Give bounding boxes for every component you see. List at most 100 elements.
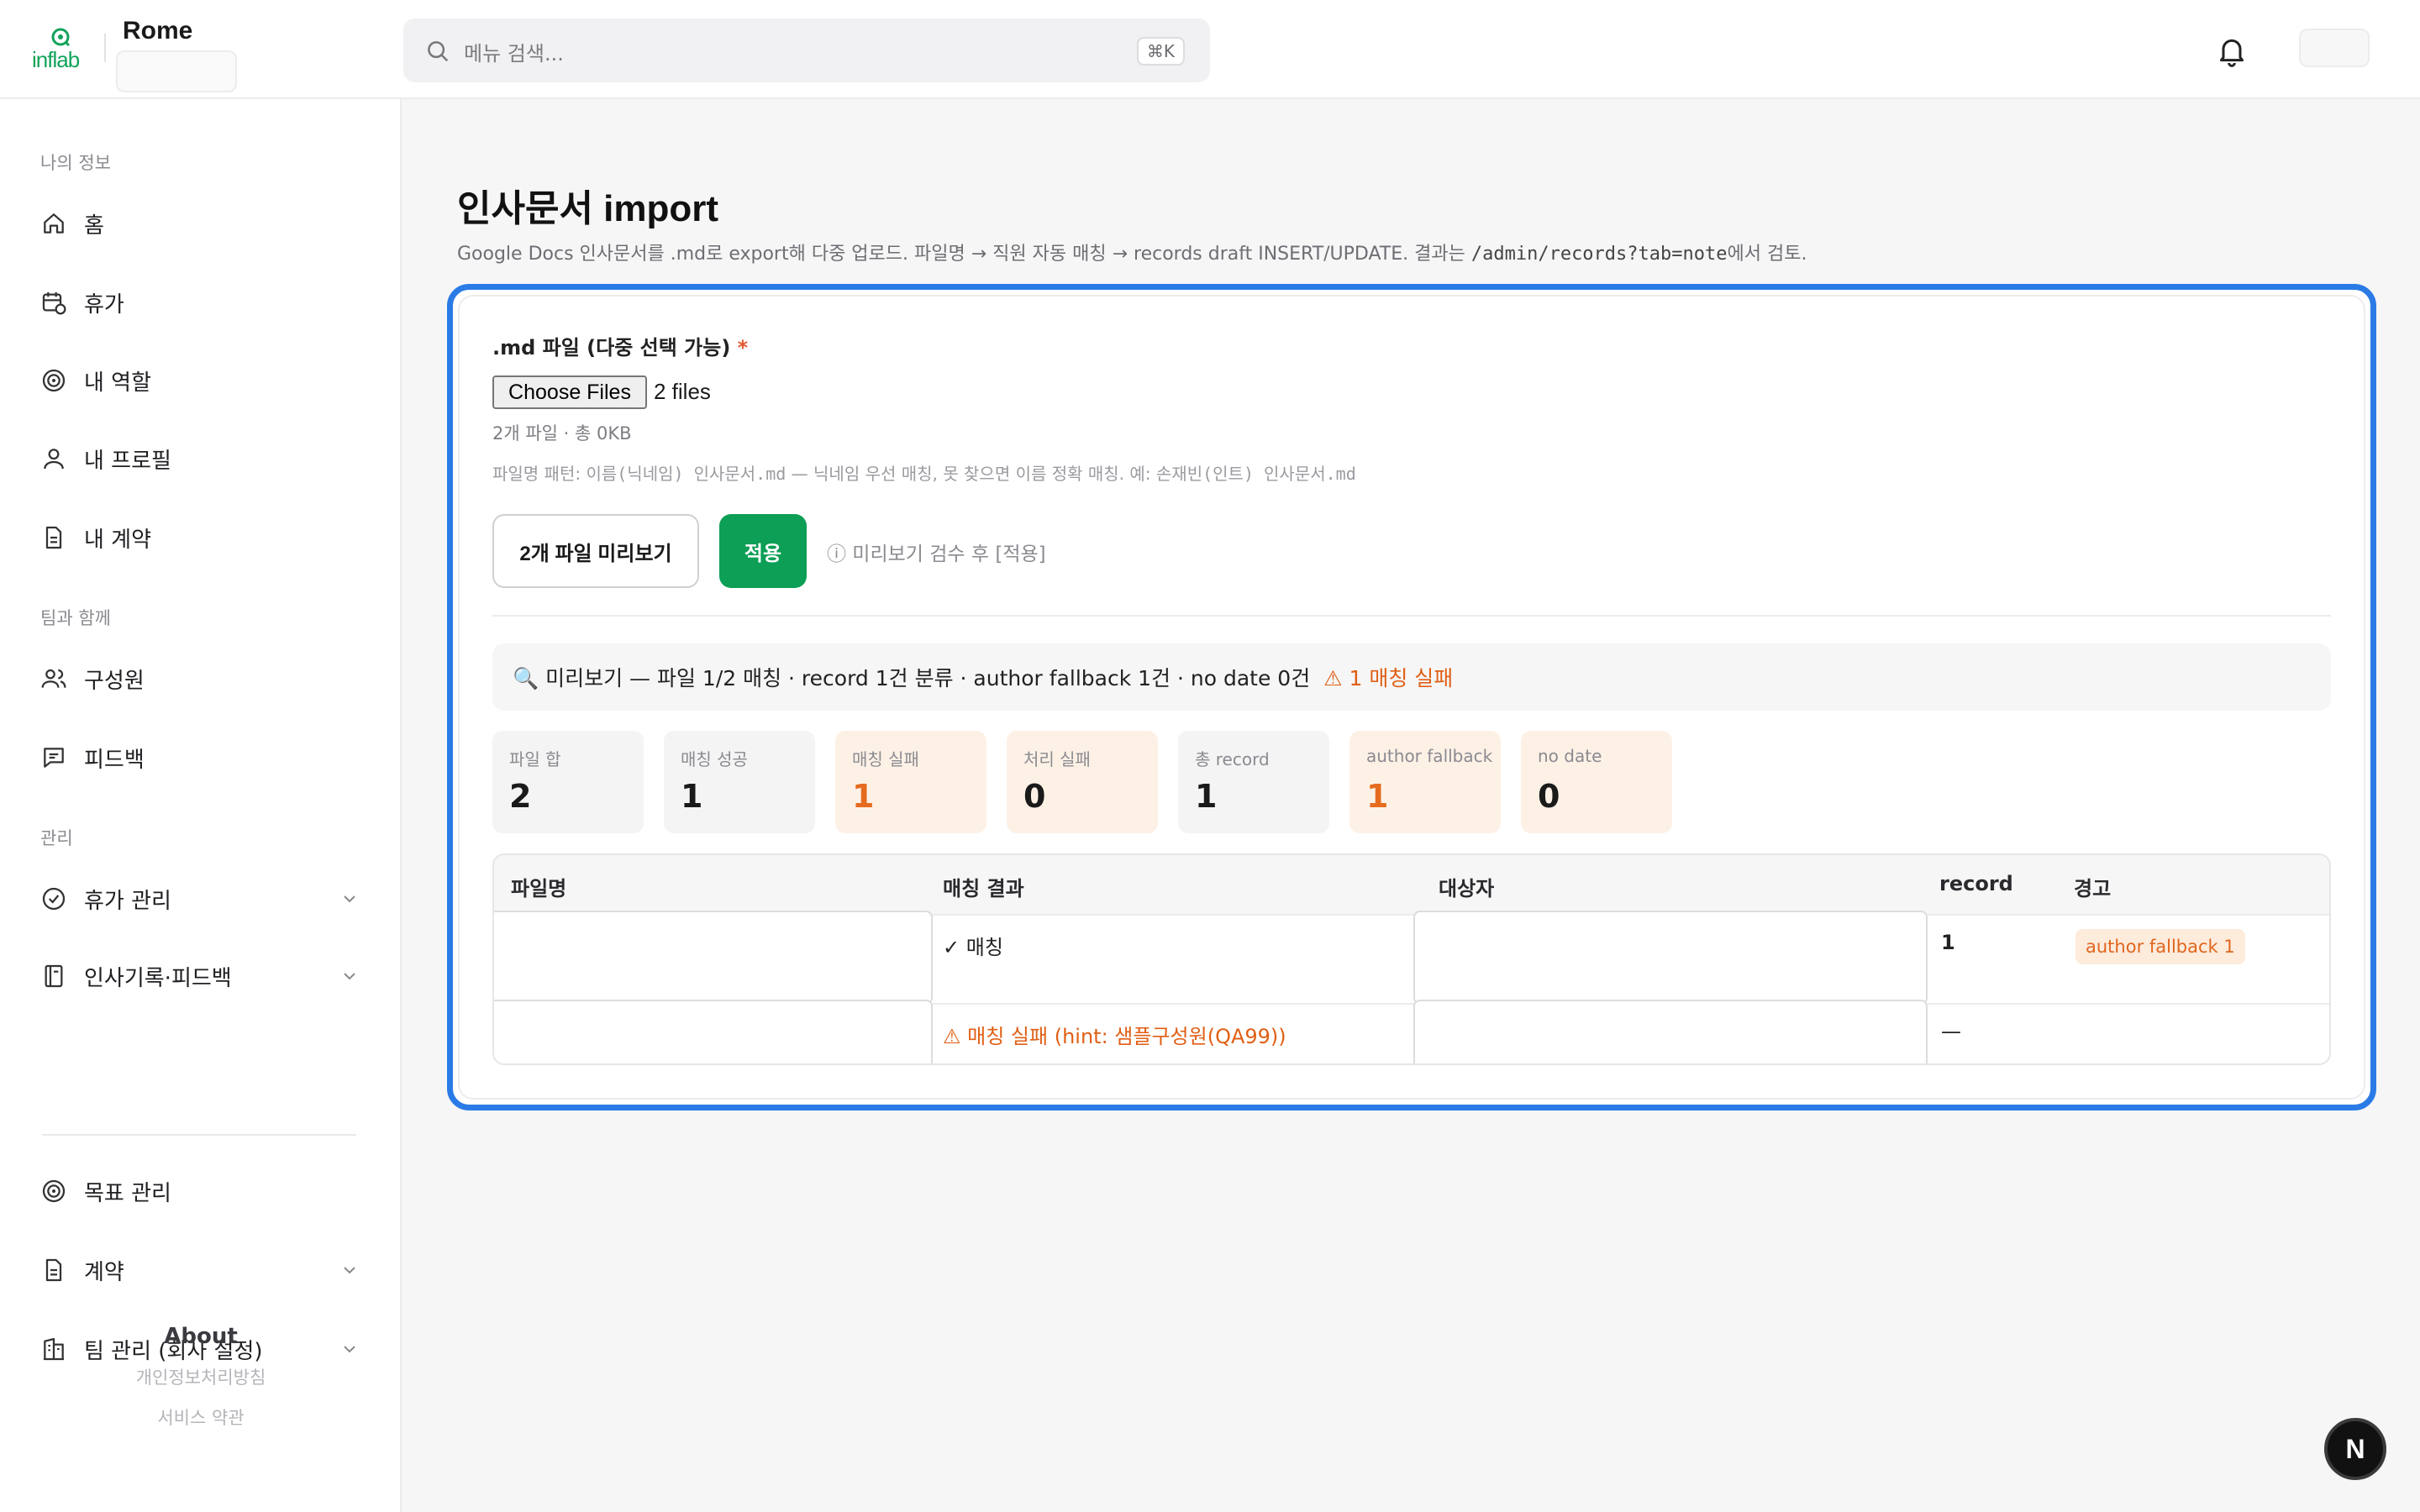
- check-circle-icon: [42, 887, 66, 911]
- apply-hint: ⓘ 미리보기 검수 후 [적용]: [827, 543, 1046, 565]
- sidebar-item-label: 내 계약: [84, 527, 152, 553]
- sidebar-item-my-profile[interactable]: 내 프로필: [40, 433, 376, 484]
- sidebar-item-label: 홈: [84, 213, 104, 239]
- author-fallback-badge: author fallback 1: [2075, 929, 2245, 964]
- stat-label: 매칭 실패: [852, 749, 919, 769]
- stat-label: 파일 합: [509, 749, 561, 769]
- pattern-prefix: 파일명 패턴:: [492, 464, 587, 484]
- stat-value: 1: [1366, 778, 1389, 815]
- record-count-empty: —: [1941, 1020, 1961, 1043]
- user-menu[interactable]: [2299, 29, 2370, 67]
- required-mark: *: [737, 336, 749, 360]
- search-icon: [428, 41, 449, 62]
- target-cell[interactable]: [1413, 911, 1928, 1005]
- header-divider: [104, 34, 106, 62]
- sidebar: 나의 정보 홈 휴가 내 역할 내 프로필 내 계약 팀과 함께 구성원 피드백…: [0, 99, 402, 1512]
- menu-search[interactable]: 메뉴 검색... ⌘K: [403, 18, 1210, 82]
- sidebar-item-feedback[interactable]: 피드백: [40, 732, 376, 783]
- sidebar-item-label: 인사기록·피드백: [84, 965, 232, 991]
- page-description: Google Docs 인사문서를 .md로 export해 다중 업로드. 파…: [457, 239, 1807, 265]
- page-title: 인사문서 import: [457, 188, 719, 229]
- filename-cell[interactable]: [494, 1000, 933, 1063]
- target-icon: [42, 1179, 66, 1203]
- chevron-down-icon: [344, 973, 355, 980]
- md-file-label-text: .md 파일 (다중 선택 가능): [492, 336, 731, 360]
- sidebar-item-my-contract[interactable]: 내 계약: [40, 512, 376, 563]
- column-header-match-result: 매칭 결과: [943, 877, 1024, 900]
- sidebar-item-label: 계약: [84, 1259, 124, 1285]
- record-count: 1: [1941, 931, 1955, 954]
- logo-text: inflab: [32, 47, 80, 72]
- stat-label: 매칭 성공: [681, 749, 748, 769]
- home-icon: [44, 213, 64, 234]
- top-bar: inflab Rome 메뉴 검색... ⌘K: [0, 0, 2420, 99]
- chevron-down-icon: [344, 1267, 355, 1274]
- apply-button[interactable]: 적용: [719, 514, 807, 588]
- search-placeholder: 메뉴 검색...: [464, 42, 564, 66]
- bell-icon[interactable]: [2215, 34, 2249, 67]
- sidebar-item-vacation[interactable]: 휴가: [40, 277, 376, 328]
- column-header-target: 대상자: [1439, 877, 1495, 900]
- stat-label: 처리 실패: [1023, 749, 1091, 769]
- sidebar-item-label: 휴가: [84, 291, 124, 318]
- stat-card-total-files: 파일 합 2: [492, 731, 644, 833]
- stat-label: no date: [1538, 746, 1602, 766]
- section-label-admin: 관리: [40, 828, 73, 848]
- sidebar-item-hr-records[interactable]: 인사기록·피드백: [40, 951, 376, 1001]
- pattern-sample: 손재빈(인트) 인사문서.md: [1155, 464, 1356, 484]
- stat-card-process-failure: 처리 실패 0: [1007, 731, 1158, 833]
- search-shortcut: ⌘K: [1136, 37, 1185, 66]
- terms-link[interactable]: 서비스 약관: [0, 1404, 402, 1430]
- section-divider: [492, 615, 2331, 617]
- brand-name: Rome: [123, 17, 193, 45]
- table-header: 파일명 매칭 결과 대상자 record 경고: [494, 855, 2329, 916]
- column-header-filename: 파일명: [511, 877, 567, 900]
- about-title: About: [164, 1324, 238, 1349]
- sidebar-item-label: 피드백: [84, 747, 145, 773]
- sidebar-item-goals[interactable]: 목표 관리: [40, 1166, 376, 1216]
- match-failure-warning: ⚠ 1 매칭 실패: [1323, 666, 1454, 690]
- sidebar-item-label: 구성원: [84, 668, 145, 694]
- section-label-my-info: 나의 정보: [40, 153, 111, 173]
- stat-value: 0: [1538, 778, 1560, 815]
- stat-value: 1: [1195, 778, 1218, 815]
- users-icon: [41, 669, 66, 688]
- stat-value: 1: [852, 778, 875, 815]
- workspace-switcher[interactable]: [116, 50, 237, 92]
- preview-button[interactable]: 2개 파일 미리보기: [492, 514, 699, 588]
- choose-files-button[interactable]: Choose Files: [492, 375, 647, 409]
- file-meta: 2개 파일 · 총 0KB: [492, 423, 632, 444]
- stat-value: 0: [1023, 778, 1046, 815]
- column-header-record: record: [1939, 872, 2013, 895]
- sidebar-item-label: 목표 관리: [84, 1180, 171, 1206]
- page-description-end: 에서 검토.: [1727, 244, 1807, 265]
- summary-line: 🔍 미리보기 — 파일 1/2 매칭 · record 1건 분류 · auth…: [513, 662, 1453, 692]
- pattern-middle: — 닉네임 우선 매칭, 못 찾으면 이름 정확 매칭. 예:: [786, 464, 1156, 484]
- sidebar-item-members[interactable]: 구성원: [40, 654, 376, 704]
- summary-text: 🔍 미리보기 — 파일 1/2 매칭 · record 1건 분류 · auth…: [513, 666, 1311, 690]
- document-icon: [45, 526, 62, 549]
- stat-label: 총 record: [1195, 749, 1270, 769]
- stat-card-total-record: 총 record 1: [1178, 731, 1329, 833]
- document-icon: [45, 1258, 62, 1282]
- match-result-success: ✓ 매칭: [943, 936, 1003, 959]
- filename-pattern-hint: 파일명 패턴: 이름(닉네임) 인사문서.md — 닉네임 우선 매칭, 못 찾…: [492, 460, 1356, 485]
- sidebar-divider: [42, 1134, 356, 1136]
- file-count: 2 files: [654, 379, 711, 404]
- stat-card-author-fallback: author fallback 1: [1349, 731, 1501, 833]
- sidebar-item-home[interactable]: 홈: [40, 198, 376, 249]
- target-cell[interactable]: [1413, 1000, 1928, 1063]
- stat-card-no-date: no date 0: [1521, 731, 1672, 833]
- stat-card-match-failure: 매칭 실패 1: [835, 731, 986, 833]
- sidebar-item-vacation-admin[interactable]: 휴가 관리: [40, 874, 376, 924]
- stat-value: 2: [509, 778, 532, 815]
- privacy-policy-link[interactable]: 개인정보처리방침: [0, 1364, 402, 1389]
- sidebar-item-my-role[interactable]: 내 역할: [40, 355, 376, 406]
- message-icon: [44, 748, 64, 768]
- sidebar-item-contracts[interactable]: 계약: [40, 1245, 376, 1295]
- filename-cell[interactable]: [494, 911, 933, 1005]
- preview-table: 파일명 매칭 결과 대상자 record 경고 ✓ 매칭 1 author fa…: [492, 853, 2331, 1065]
- sidebar-item-label: 휴가 관리: [84, 888, 171, 914]
- nextjs-devtools-button[interactable]: N: [2324, 1418, 2386, 1480]
- stat-label: author fallback: [1366, 746, 1493, 766]
